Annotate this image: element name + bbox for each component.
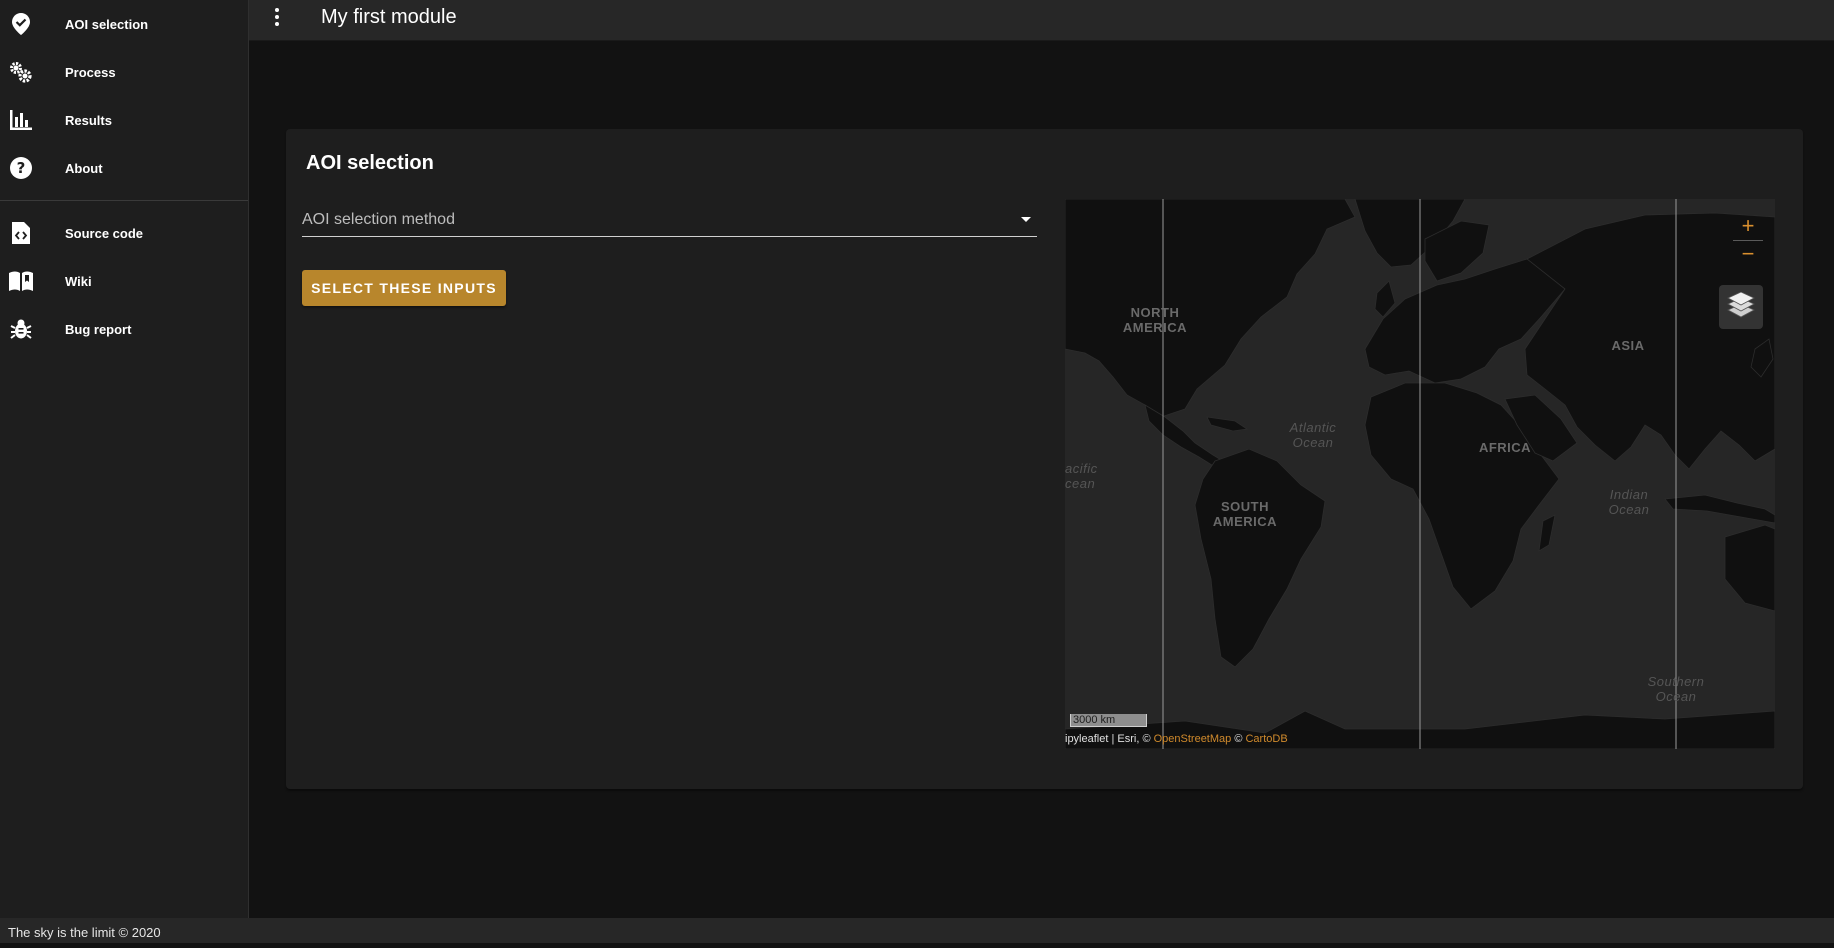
nav-item-aoi-selection[interactable]: AOI selection [0, 0, 248, 48]
nav-item-source-code[interactable]: Source code [0, 209, 248, 257]
footer: The sky is the limit © 2020 [0, 918, 1834, 943]
dropdown-arrow-icon [1021, 217, 1031, 222]
map-label-line: Southern [1647, 674, 1705, 689]
file-code-icon [9, 221, 33, 245]
map-label-line: NORTH [1130, 305, 1180, 320]
nav-item-bug-report[interactable]: Bug report [0, 305, 248, 353]
svg-text:?: ? [17, 159, 26, 177]
map-label-line: Ocean [1655, 689, 1697, 704]
aoi-method-select[interactable]: AOI selection method [302, 199, 1037, 237]
app-title: My first module [321, 6, 457, 28]
bug-icon [9, 317, 33, 341]
nav-item-results[interactable]: Results [0, 96, 248, 144]
world-map [1065, 199, 1775, 749]
map-label-asia: ASIA [1611, 338, 1645, 353]
nav-item-process[interactable]: Process [0, 48, 248, 96]
map-label-line: Atlantic [1289, 420, 1337, 435]
map-label-line: AMERICA [1212, 514, 1278, 529]
card-title: AOI selection [306, 152, 434, 174]
attribution-separator: © [1231, 733, 1246, 745]
map-label-southern-ocean: Southern Ocean [1631, 674, 1721, 704]
map-label-line: Indian [1609, 487, 1649, 502]
nav-item-label: Wiki [65, 273, 92, 289]
map-label-line: Ocean [1292, 435, 1334, 450]
select-placeholder: AOI selection method [302, 211, 455, 228]
app-bar: My first module [249, 0, 1834, 41]
nav-item-about[interactable]: ? About [0, 144, 248, 192]
map-label-line: Ocean [1608, 502, 1650, 517]
select-inputs-button[interactable]: SELECT THESE INPUTS [302, 270, 506, 306]
map-label-line: cean [1065, 476, 1096, 491]
help-circle-icon: ? [9, 156, 33, 180]
map-label-line: AMERICA [1122, 320, 1188, 335]
map-marker-check-icon [9, 12, 33, 36]
nav-divider [0, 200, 248, 201]
layers-control-button[interactable] [1719, 285, 1763, 329]
map-label-atlantic-ocean: Atlantic Ocean [1273, 420, 1353, 450]
cartodb-link[interactable]: CartoDB [1245, 733, 1287, 745]
book-open-icon [9, 269, 33, 293]
zoom-out-button[interactable]: − [1733, 241, 1763, 269]
map-scale-bar: 3000 km [1070, 714, 1147, 727]
aoi-card: AOI selection AOI selection method SELEC… [286, 129, 1803, 789]
map-label-africa: AFRICA [1478, 440, 1532, 455]
map-attribution: ipyleaflet | Esri, © OpenStreetMap © Car… [1065, 733, 1288, 745]
map-view[interactable]: NORTH AMERICA SOUTH AMERICA AFRICA ASIA … [1065, 199, 1775, 749]
map-label-line: SOUTH [1221, 499, 1269, 514]
map-label-south-america: SOUTH AMERICA [1205, 499, 1285, 529]
map-label-north-america: NORTH AMERICA [1115, 305, 1195, 335]
map-label-indian-ocean: Indian Ocean [1589, 487, 1669, 517]
nav-item-label: Source code [65, 225, 144, 241]
nav-item-wiki[interactable]: Wiki [0, 257, 248, 305]
openstreetmap-link[interactable]: OpenStreetMap [1154, 733, 1232, 745]
cogs-icon [9, 60, 33, 84]
nav-item-label: AOI selection [65, 16, 149, 32]
attribution-text: ipyleaflet | Esri, © [1065, 733, 1154, 745]
nav-item-label: Process [65, 64, 116, 80]
zoom-in-button[interactable]: + [1733, 213, 1763, 241]
bar-chart-icon [9, 108, 33, 132]
nav-item-label: Results [65, 112, 112, 128]
layers-icon [1727, 291, 1755, 323]
navigation-drawer: AOI selection Process Results ? About So… [0, 0, 249, 918]
more-vert-icon[interactable] [267, 4, 287, 30]
nav-item-label: About [65, 160, 103, 176]
nav-item-label: Bug report [65, 321, 132, 337]
map-label-line: acific [1065, 461, 1098, 476]
map-label-pacific-ocean: acific cean [1065, 461, 1105, 491]
